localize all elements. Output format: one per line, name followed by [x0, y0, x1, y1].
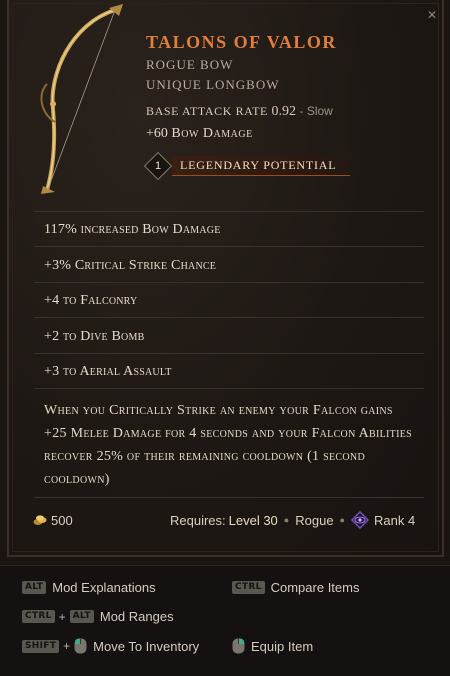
ctrl-key: CTRL [232, 581, 265, 594]
gold-coin-icon [33, 515, 47, 525]
alt-key: ALT [22, 581, 47, 594]
legendary-potential-badge: 1 [143, 151, 173, 181]
shift-key: SHIFT [22, 639, 60, 653]
item-subtype: Unique Longbow [146, 77, 280, 92]
item-rank: Rank 4 [373, 512, 416, 528]
affix-line: +2 to Dive Bomb [44, 329, 145, 344]
requirements: Requires: Level 30 ● Rogue ● Rank 4 [170, 511, 415, 529]
mouse-left-click-icon [74, 638, 87, 654]
plus-sign: + [63, 639, 71, 653]
divider [34, 497, 424, 498]
affix-line: +3% Critical Strike Chance [44, 258, 217, 273]
affix-line: 117% increased Bow Damage [44, 222, 221, 237]
alt-key: ALT [69, 610, 94, 623]
control-label: Mod Ranges [99, 609, 174, 624]
item-footer: 500 Requires: Level 30 ● Rogue ● Rank 4 [33, 511, 433, 529]
control-label: Compare Items [270, 580, 360, 595]
gold-value: 500 [51, 512, 73, 528]
divider [34, 282, 424, 283]
divider [34, 388, 424, 389]
control-label: Mod Explanations [52, 580, 156, 595]
control-label: Move To Inventory [93, 638, 200, 654]
affix-line: +4 to Falconry [44, 293, 138, 308]
legendary-potential-label: Legendary Potential [180, 158, 337, 172]
item-name: Talons of Valor [146, 32, 337, 52]
legendary-potential-banner: Legendary Potential [172, 156, 351, 176]
divider [34, 211, 424, 212]
base-stat-value: 0.92 [271, 104, 296, 119]
implicit-value: +60 [146, 126, 168, 141]
implicit-text: Bow Damage [171, 126, 253, 141]
requires-class: Rogue [295, 512, 334, 528]
base-attack-rate: Base Attack Rate 0.92 - Slow [146, 104, 333, 120]
rank-eye-icon [350, 511, 369, 529]
legendary-potential: 1 Legendary Potential [143, 151, 351, 181]
control-compare-items[interactable]: CTRL Compare Items [232, 580, 359, 595]
plus-sign: + [58, 609, 66, 624]
control-equip-item[interactable]: Equip Item [232, 638, 313, 654]
legendary-potential-count: 1 [154, 160, 162, 172]
control-mod-explanations[interactable]: ALT Mod Explanations [22, 580, 156, 595]
item-type: Rogue Bow [146, 57, 234, 72]
base-stat-label: Base Attack Rate [146, 104, 268, 118]
divider [34, 317, 424, 318]
mouse-right-click-icon [232, 638, 245, 654]
item-header: Talons of Valor Rogue Bow Unique Longbow [146, 32, 337, 93]
divider [34, 353, 424, 354]
divider [34, 246, 424, 247]
item-tooltip: ✕ Talons of Valor Rogue Bow Unique Longb… [7, 0, 444, 557]
implicit-stat: +60 Bow Damage [146, 126, 253, 142]
requires-label: Requires: [170, 512, 226, 528]
bow-icon [40, 4, 123, 194]
separator-dot: ● [283, 515, 290, 525]
control-move-to-inventory[interactable]: SHIFT + Move To Inventory [22, 638, 199, 654]
requires-level: Level 30 [228, 512, 278, 528]
affix-line: +3 to Aerial Assault [44, 364, 172, 379]
base-stat-speed: - Slow [299, 104, 333, 118]
unique-effect-text: When you Critically Strike an enemy your… [44, 403, 412, 487]
separator-dot: ● [339, 515, 345, 525]
control-mod-ranges[interactable]: CTRL + ALT Mod Ranges [22, 609, 174, 624]
controls-panel: ALT Mod Explanations CTRL Compare Items … [0, 565, 450, 676]
control-label: Equip Item [251, 638, 314, 654]
close-icon[interactable]: ✕ [426, 9, 438, 21]
ctrl-key: CTRL [22, 610, 55, 623]
